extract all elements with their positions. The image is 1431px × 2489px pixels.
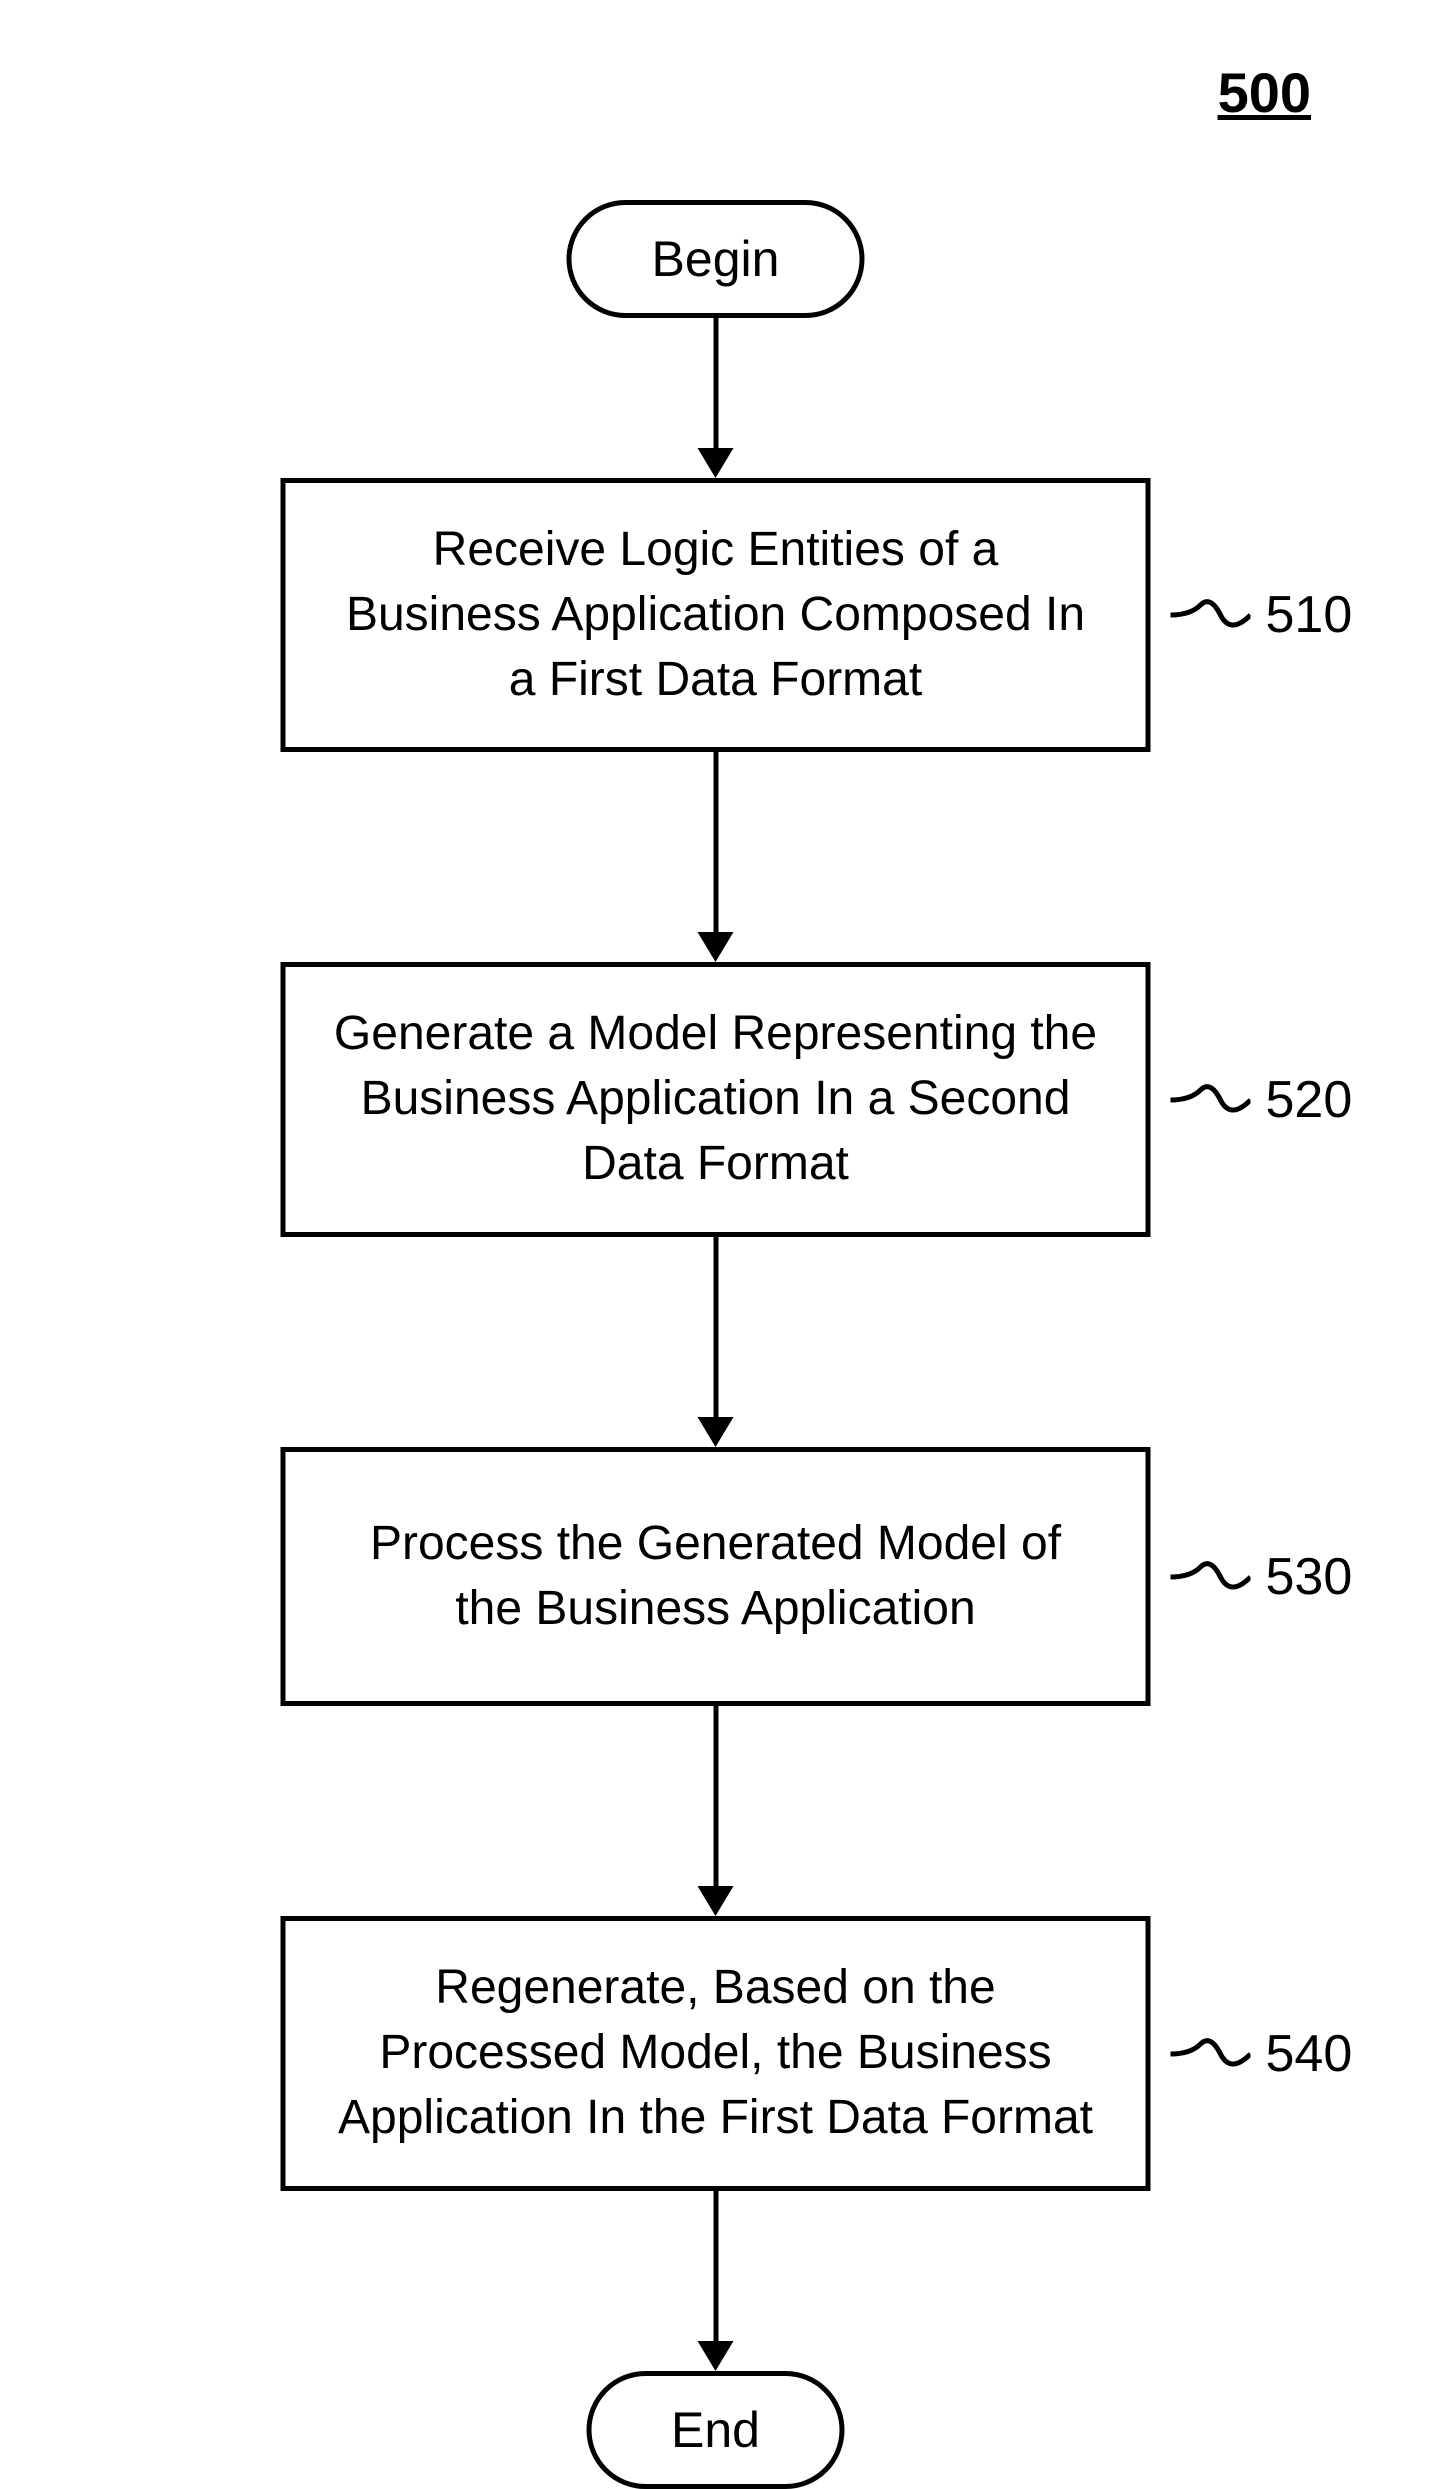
connector-icon — [1171, 1075, 1251, 1125]
process-box-540: Regenerate, Based on the Processed Model… — [281, 1916, 1151, 2190]
terminator-end: End — [586, 2371, 845, 2489]
figure-number: 500 — [1218, 60, 1311, 125]
step-label-text: 510 — [1266, 585, 1353, 645]
process-box-530: Process the Generated Model of the Busin… — [281, 1447, 1151, 1707]
step-510-wrapper: Receive Logic Entities of a Business App… — [281, 478, 1151, 752]
step-label-510: 510 — [1171, 585, 1353, 645]
step-label-text: 540 — [1266, 2024, 1353, 2084]
step-label-520: 520 — [1171, 1070, 1353, 1130]
process-box-510: Receive Logic Entities of a Business App… — [281, 478, 1151, 752]
arrow-icon — [698, 752, 734, 962]
connector-icon — [1171, 590, 1251, 640]
flowchart-container: Begin Receive Logic Entities of a Busine… — [0, 200, 1431, 2489]
step-520-wrapper: Generate a Model Representing the Busine… — [281, 962, 1151, 1236]
step-label-text: 520 — [1266, 1070, 1353, 1130]
step-540-wrapper: Regenerate, Based on the Processed Model… — [281, 1916, 1151, 2190]
arrow-icon — [698, 318, 734, 478]
connector-icon — [1171, 2029, 1251, 2079]
terminator-begin: Begin — [567, 200, 865, 318]
connector-icon — [1171, 1552, 1251, 1602]
step-label-540: 540 — [1171, 2024, 1353, 2084]
arrow-icon — [698, 1237, 734, 1447]
arrow-icon — [698, 2191, 734, 2371]
step-label-530: 530 — [1171, 1547, 1353, 1607]
process-box-520: Generate a Model Representing the Busine… — [281, 962, 1151, 1236]
step-530-wrapper: Process the Generated Model of the Busin… — [281, 1447, 1151, 1707]
arrow-icon — [698, 1706, 734, 1916]
step-label-text: 530 — [1266, 1547, 1353, 1607]
